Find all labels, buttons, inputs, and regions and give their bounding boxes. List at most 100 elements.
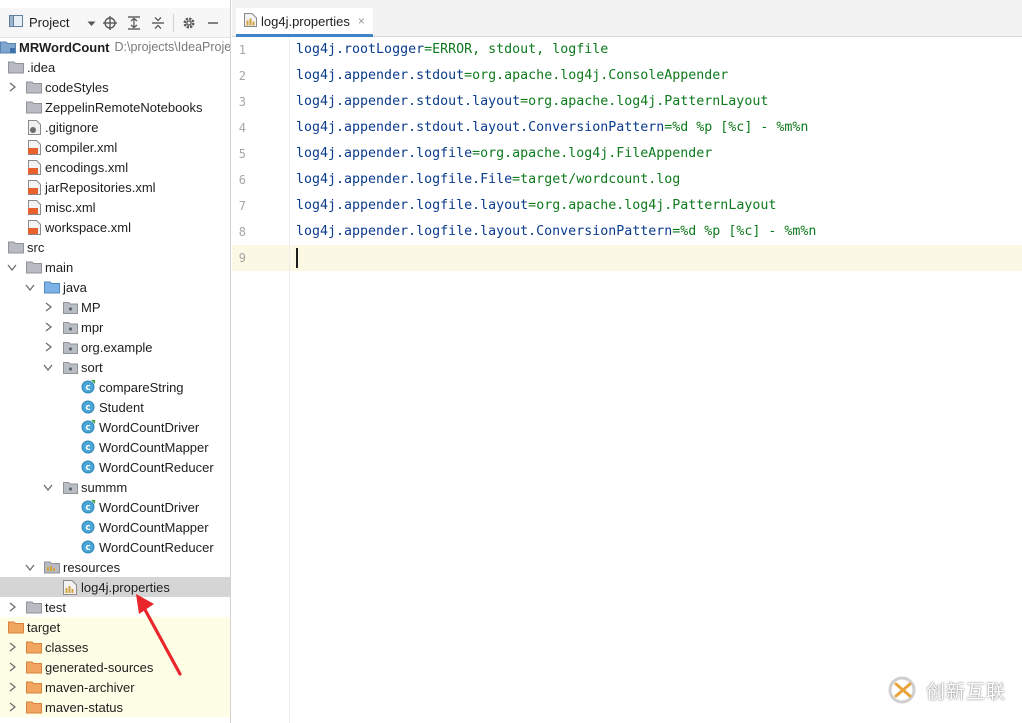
excluded-folder-icon xyxy=(26,659,42,675)
chevron-right-icon[interactable] xyxy=(4,677,20,697)
property-separator: = xyxy=(472,146,481,161)
tree-item-sort[interactable]: sort xyxy=(0,357,230,377)
tree-item-root[interactable]: MRWordCount D:\projects\IdeaProje xyxy=(0,37,231,57)
tree-item-test[interactable]: test xyxy=(0,597,230,617)
tree-item-student[interactable]: c Student xyxy=(0,397,230,417)
property-value: org.apache.log4j.PatternLayout xyxy=(536,198,777,213)
tree-item-wordcountdriver[interactable]: c WordCountDriver xyxy=(0,497,230,517)
code-line[interactable]: log4j.appender.stdout.layout=org.apache.… xyxy=(296,89,768,115)
package-icon xyxy=(62,319,78,335)
svg-text:c: c xyxy=(85,403,90,413)
close-icon[interactable]: × xyxy=(358,14,365,28)
tree-item-label: compareString xyxy=(99,379,184,395)
tree-item-org-example[interactable]: org.example xyxy=(0,337,230,357)
class-icon: c xyxy=(80,439,96,455)
tree-item-label: WordCountReducer xyxy=(99,459,214,475)
chevron-right-icon[interactable] xyxy=(40,297,56,317)
property-key: log4j.rootLogger xyxy=(296,42,425,57)
tree-item-label: misc.xml xyxy=(45,199,96,215)
tree-item-idea[interactable]: .idea xyxy=(0,57,230,77)
tree-item-wordcountreducer[interactable]: c WordCountReducer xyxy=(0,457,230,477)
chevron-down-icon[interactable] xyxy=(22,557,38,577)
expand-all-button[interactable] xyxy=(122,11,146,35)
chevron-right-icon[interactable] xyxy=(4,657,20,677)
chevron-down-icon[interactable] xyxy=(40,477,56,497)
collapse-all-button[interactable] xyxy=(146,11,170,35)
chevron-down-icon[interactable] xyxy=(40,357,56,377)
editor-tab-log4j-properties[interactable]: log4j.properties × xyxy=(236,8,373,37)
chevron-right-icon[interactable] xyxy=(40,317,56,337)
tree-item-comparestring[interactable]: c compareString xyxy=(0,377,230,397)
tree-item-jarrepositories-xml[interactable]: jarRepositories.xml xyxy=(0,177,230,197)
line-number: 3 xyxy=(238,95,246,109)
settings-button[interactable] xyxy=(177,11,201,35)
hide-panel-button[interactable] xyxy=(201,11,225,35)
chevron-down-icon[interactable] xyxy=(4,257,20,277)
tree-item-target[interactable]: target xyxy=(0,617,230,637)
chevron-right-icon[interactable] xyxy=(40,337,56,357)
locate-file-button[interactable] xyxy=(98,11,122,35)
tree-item-summm[interactable]: summm xyxy=(0,477,230,497)
tree-item-label: compiler.xml xyxy=(45,139,118,155)
svg-text:c: c xyxy=(85,443,90,453)
properties-file-icon xyxy=(244,12,257,30)
tree-item-label: main xyxy=(45,259,74,275)
tree-item-encodings-xml[interactable]: encodings.xml xyxy=(0,157,230,177)
tree-item-wordcountmapper[interactable]: c WordCountMapper xyxy=(0,517,230,537)
tree-item-maven-archiver[interactable]: maven-archiver xyxy=(0,677,230,697)
tree-item-compiler-xml[interactable]: compiler.xml xyxy=(0,137,230,157)
tree-item-wordcountdriver[interactable]: c WordCountDriver xyxy=(0,417,230,437)
tree-item-mp[interactable]: MP xyxy=(0,297,230,317)
tree-item-codestyles[interactable]: codeStyles xyxy=(0,77,230,97)
project-view-selector[interactable]: Project xyxy=(0,8,98,38)
chevron-right-icon[interactable] xyxy=(4,697,20,717)
tree-item-label: .gitignore xyxy=(45,119,99,135)
code-line[interactable]: log4j.rootLogger=ERROR, stdout, logfile xyxy=(296,37,608,63)
tree-item-mpr[interactable]: mpr xyxy=(0,317,230,337)
property-separator: = xyxy=(528,198,537,213)
tree-item-wordcountmapper[interactable]: c WordCountMapper xyxy=(0,437,230,457)
ignore-file-icon xyxy=(26,119,42,135)
source-folder-icon xyxy=(44,279,60,295)
tree-item-label: test xyxy=(45,599,66,615)
tree-item-log4j-properties[interactable]: log4j.properties xyxy=(0,577,230,597)
folder-icon xyxy=(8,59,24,75)
class-icon: c xyxy=(80,459,96,475)
chevron-right-icon[interactable] xyxy=(4,637,20,657)
property-key: log4j.appender.logfile xyxy=(296,146,473,161)
project-path: D:\projects\IdeaProje xyxy=(114,40,231,54)
property-separator: = xyxy=(424,42,433,57)
code-line[interactable]: log4j.appender.logfile.layout=org.apache… xyxy=(296,193,776,219)
tree-item-maven-status[interactable]: maven-status xyxy=(0,697,230,717)
chevron-right-icon[interactable] xyxy=(4,77,20,97)
tree-item-generated-sources[interactable]: generated-sources xyxy=(0,657,230,677)
property-value: org.apache.log4j.PatternLayout xyxy=(528,94,769,109)
tree-item-classes[interactable]: classes xyxy=(0,637,230,657)
runnable-class-icon: c xyxy=(80,499,96,515)
code-line[interactable]: log4j.appender.logfile.layout.Conversion… xyxy=(296,219,816,245)
tree-item-resources[interactable]: resources xyxy=(0,557,230,577)
tree-item-zeppelin[interactable]: ZeppelinRemoteNotebooks xyxy=(0,97,230,117)
project-view-icon xyxy=(9,15,23,30)
code-line[interactable]: log4j.appender.logfile=org.apache.log4j.… xyxy=(296,141,712,167)
tree-item-main[interactable]: main xyxy=(0,257,230,277)
tree-item-workspace-xml[interactable]: workspace.xml xyxy=(0,217,230,237)
code-line[interactable]: log4j.appender.stdout.layout.ConversionP… xyxy=(296,115,808,141)
tree-item-src[interactable]: src xyxy=(0,237,230,257)
code-editor[interactable]: log4j.rootLogger=ERROR, stdout, logfile … xyxy=(290,37,1022,723)
tree-item-java[interactable]: java xyxy=(0,277,230,297)
code-line[interactable]: log4j.appender.logfile.File=target/wordc… xyxy=(296,167,680,193)
tree-item-misc-xml[interactable]: misc.xml xyxy=(0,197,230,217)
svg-text:c: c xyxy=(85,543,90,553)
chevron-right-icon[interactable] xyxy=(4,597,20,617)
excluded-folder-icon xyxy=(26,639,42,655)
tree-item-label: summm xyxy=(81,479,128,495)
runnable-class-icon: c xyxy=(80,419,96,435)
tree-item-gitignore[interactable]: .gitignore xyxy=(0,117,230,137)
tree-item-wordcountreducer[interactable]: c WordCountReducer xyxy=(0,537,230,557)
code-line[interactable]: log4j.appender.stdout=org.apache.log4j.C… xyxy=(296,63,728,89)
property-key: log4j.appender.logfile.layout.Conversion… xyxy=(296,224,673,239)
chevron-down-icon[interactable] xyxy=(22,277,38,297)
tree-item-label: codeStyles xyxy=(45,79,109,95)
toolbar-divider xyxy=(173,13,174,32)
